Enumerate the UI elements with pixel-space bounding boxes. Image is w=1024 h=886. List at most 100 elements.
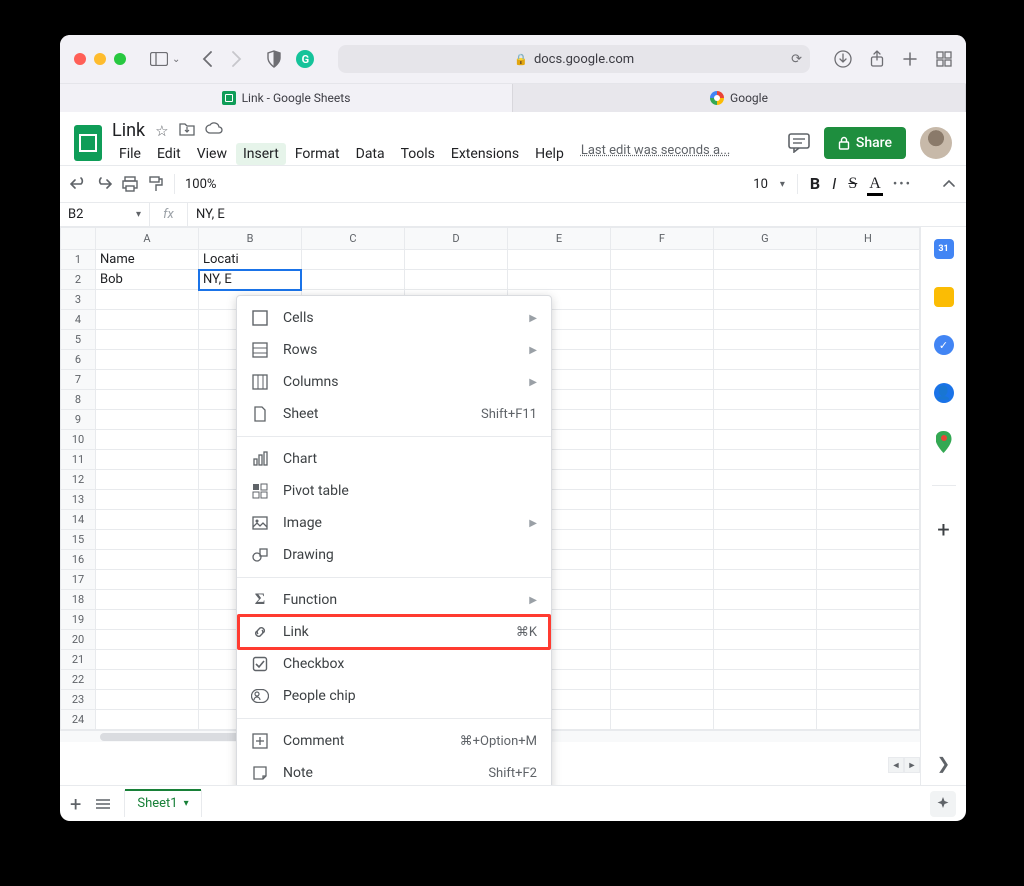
maps-icon[interactable] [936,431,952,453]
cell-A11[interactable] [96,450,199,470]
cell-A9[interactable] [96,410,199,430]
cell-E2[interactable] [507,270,610,290]
account-avatar[interactable] [920,127,952,159]
row-header-11[interactable]: 11 [61,450,96,470]
cell-H22[interactable] [816,670,919,690]
cell-H3[interactable] [816,290,919,310]
font-size[interactable]: 10 [753,177,768,192]
cell-A18[interactable] [96,590,199,610]
cell-G11[interactable] [713,450,816,470]
cell-F19[interactable] [610,610,713,630]
menu-insert[interactable]: Insert [236,143,286,165]
row-header-23[interactable]: 23 [61,690,96,710]
row-header-4[interactable]: 4 [61,310,96,330]
cell-G5[interactable] [713,330,816,350]
row-header-24[interactable]: 24 [61,710,96,730]
cell-G12[interactable] [713,470,816,490]
cell-A13[interactable] [96,490,199,510]
cell-F13[interactable] [610,490,713,510]
insert-menu-pivot[interactable]: Pivot table [237,475,551,507]
cell-F8[interactable] [610,390,713,410]
cell-H14[interactable] [816,510,919,530]
doc-title[interactable]: Link [112,120,145,141]
undo-icon[interactable] [70,177,86,191]
menu-view[interactable]: View [190,143,234,165]
cell-A6[interactable] [96,350,199,370]
col-header-F[interactable]: F [610,228,713,250]
row-header-7[interactable]: 7 [61,370,96,390]
row-header-20[interactable]: 20 [61,630,96,650]
cell-A16[interactable] [96,550,199,570]
cell-H11[interactable] [816,450,919,470]
cell-A12[interactable] [96,470,199,490]
bold-button[interactable]: B [810,174,820,194]
browser-tab-google[interactable]: Google [513,84,966,112]
cell-H18[interactable] [816,590,919,610]
cell-A2[interactable]: Bob [96,270,199,290]
explore-button[interactable] [930,791,956,817]
cell-G6[interactable] [713,350,816,370]
cell-G20[interactable] [713,630,816,650]
cell-A14[interactable] [96,510,199,530]
cell-G9[interactable] [713,410,816,430]
menu-data[interactable]: Data [349,143,392,165]
cell-A17[interactable] [96,570,199,590]
cell-H23[interactable] [816,690,919,710]
menu-file[interactable]: File [112,143,148,165]
cell-G10[interactable] [713,430,816,450]
cell-A22[interactable] [96,670,199,690]
new-tab-icon[interactable] [902,51,918,67]
browser-tab-sheets[interactable]: Link - Google Sheets [60,84,513,112]
insert-menu-columns[interactable]: Columns▶ [237,366,551,398]
cell-A10[interactable] [96,430,199,450]
cell-G22[interactable] [713,670,816,690]
cell-F10[interactable] [610,430,713,450]
strikethrough-button[interactable]: S [848,175,857,193]
insert-menu-comment[interactable]: Comment⌘+Option+M [237,725,551,757]
formula-input[interactable]: NY, E [188,203,966,226]
row-header-12[interactable]: 12 [61,470,96,490]
cell-G13[interactable] [713,490,816,510]
name-box[interactable]: B2 ▾ [60,203,150,226]
paint-format-icon[interactable] [148,176,164,192]
cell-F24[interactable] [610,710,713,730]
cell-H10[interactable] [816,430,919,450]
insert-menu-drawing[interactable]: Drawing [237,539,551,571]
collapse-toolbar-icon[interactable] [942,179,956,189]
cell-D2[interactable] [404,270,507,290]
insert-menu-chart[interactable]: Chart [237,443,551,475]
cell-A20[interactable] [96,630,199,650]
cell-G3[interactable] [713,290,816,310]
star-icon[interactable]: ☆ [155,122,168,140]
row-header-21[interactable]: 21 [61,650,96,670]
cell-F22[interactable] [610,670,713,690]
sheet-tab-menu-icon[interactable]: ▾ [184,798,189,809]
move-icon[interactable] [179,122,195,140]
scroll-left-icon[interactable]: ◄ [888,757,904,773]
select-all-corner[interactable] [61,228,96,250]
print-icon[interactable] [122,176,138,192]
cell-E1[interactable] [507,250,610,270]
row-header-10[interactable]: 10 [61,430,96,450]
minimize-window[interactable] [94,53,106,65]
share-icon[interactable] [870,50,884,68]
cell-G16[interactable] [713,550,816,570]
cell-A1[interactable]: Name [96,250,199,270]
cell-G1[interactable] [713,250,816,270]
sheets-doc-icon[interactable] [74,125,102,161]
cell-A3[interactable] [96,290,199,310]
row-header-9[interactable]: 9 [61,410,96,430]
cell-B1[interactable]: Locati [199,250,302,270]
zoom-level[interactable]: 100% [185,177,216,192]
cell-A8[interactable] [96,390,199,410]
text-color-button[interactable]: A [869,175,881,193]
cell-H12[interactable] [816,470,919,490]
cell-A4[interactable] [96,310,199,330]
cell-B2[interactable]: NY, E [199,270,302,290]
address-bar[interactable]: 🔒 docs.google.com ⟳ [338,45,810,73]
cell-G2[interactable] [713,270,816,290]
tab-grid-icon[interactable] [936,51,952,67]
cell-H5[interactable] [816,330,919,350]
cell-F11[interactable] [610,450,713,470]
row-header-18[interactable]: 18 [61,590,96,610]
